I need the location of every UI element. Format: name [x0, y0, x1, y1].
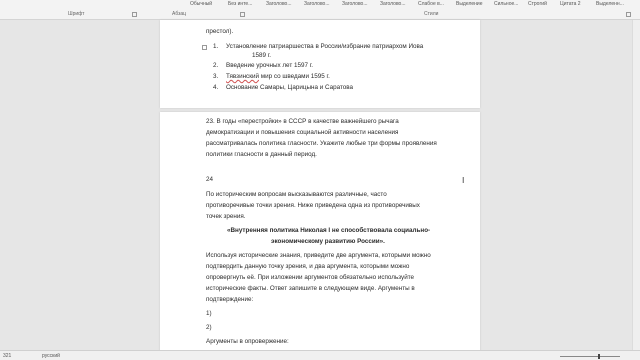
list-marker: 2) [206, 324, 212, 331]
paragraph-line: рассматривалась политика гласности. Укаж… [206, 140, 437, 147]
paragraph-line: политики гласности в данный период. [206, 151, 317, 158]
style-heading-3[interactable]: Заголово... [342, 1, 368, 7]
style-normal[interactable]: Обычный [190, 1, 212, 7]
zoom-slider[interactable] [560, 356, 620, 357]
vertical-scrollbar[interactable] [632, 20, 640, 350]
style-emphasis[interactable]: Выделение [456, 1, 483, 7]
paragraph-line: 23. В годы «перестройки» в СССР в качест… [206, 118, 399, 125]
style-subtle-emphasis[interactable]: Слабое в... [418, 1, 444, 7]
style-heading-2[interactable]: Заголово... [304, 1, 330, 7]
paragraph-line: исторические факты. Ответ запишите в сле… [206, 285, 415, 292]
paragraph-line: По историческим вопросам высказываются р… [206, 191, 387, 198]
style-quote-2[interactable]: Цитата 2 [560, 1, 581, 7]
quote-line: «Внутренняя политика Николая I не способ… [227, 227, 431, 234]
list-item-text: Введение урочных лет 1597 г. [226, 62, 314, 69]
ribbon-groups: Шрифт Абзац Стили [0, 10, 640, 19]
paragraph-line: подтверждение: [206, 296, 254, 303]
ribbon: Обычный Без инте... Заголово... Заголово… [0, 0, 640, 20]
paragraph-line: точек зрения. [206, 213, 246, 220]
group-paragraph-label: Абзац [172, 11, 187, 17]
zoom-slider-thumb[interactable] [598, 354, 600, 359]
style-no-spacing[interactable]: Без инте... [228, 1, 252, 7]
page-2[interactable]: 23. В годы «перестройки» в СССР в качест… [160, 112, 480, 360]
style-strong[interactable]: Строгий [528, 1, 547, 7]
paragraph-dialog-launcher-icon[interactable] [240, 12, 245, 17]
document-area: престол). 1. Установление патриаршества … [0, 20, 640, 360]
text-line: престол). [206, 28, 234, 35]
list-item-text-rest: мир со шведами 1595 г. [259, 73, 330, 80]
table-handle-icon[interactable] [202, 45, 207, 50]
list-number: 1. [213, 43, 219, 50]
page-1[interactable]: престол). 1. Установление патриаршества … [160, 20, 480, 108]
style-heading-4[interactable]: Заголово... [380, 1, 406, 7]
style-intense-quote[interactable]: Выделенн... [596, 1, 624, 7]
paragraph-line: Используя исторические знания, приведите… [206, 252, 431, 259]
list-number: 2. [213, 62, 219, 69]
styles-gallery: Обычный Без инте... Заголово... Заголово… [0, 0, 640, 9]
question-number: 24 [206, 176, 214, 183]
page-indicator[interactable]: 321 [3, 353, 11, 359]
status-bar: 321 русский [0, 350, 640, 360]
group-styles-label: Стили [424, 11, 439, 17]
paragraph-line: опровергнуть её. При изложении аргументо… [206, 274, 415, 281]
list-item-text: Установление патриаршества в России/избр… [226, 43, 424, 50]
font-dialog-launcher-icon[interactable] [132, 12, 137, 17]
language-indicator[interactable]: русский [42, 353, 60, 359]
list-item-text: Основание Самары, Царицына и Саратова [226, 84, 354, 91]
style-heading-1[interactable]: Заголово... [266, 1, 292, 7]
paragraph-line: Аргументы в опровержение: [206, 338, 289, 345]
list-number: 3. [213, 73, 219, 80]
list-item-text: Тявзинский мир со шведами 1595 г. [226, 73, 330, 81]
paragraph-line: противоречивые точки зрения. Ниже привед… [206, 202, 420, 209]
paragraph-line: демократизации и повышения социальной ак… [206, 129, 399, 136]
text-cursor-icon: I [462, 176, 465, 185]
misspelled-word[interactable]: Тявзинский [226, 73, 259, 80]
styles-dialog-launcher-icon[interactable] [626, 12, 631, 17]
list-marker: 1) [206, 310, 212, 317]
style-intense[interactable]: Сильное... [494, 1, 518, 7]
group-font-label: Шрифт [68, 11, 85, 17]
quote-line: экономическому развитию России». [271, 238, 385, 245]
list-number: 4. [213, 84, 219, 91]
paragraph-line: подтвердить данную точку зрения, и два а… [206, 263, 410, 270]
list-item-text: 1589 г. [252, 52, 272, 59]
